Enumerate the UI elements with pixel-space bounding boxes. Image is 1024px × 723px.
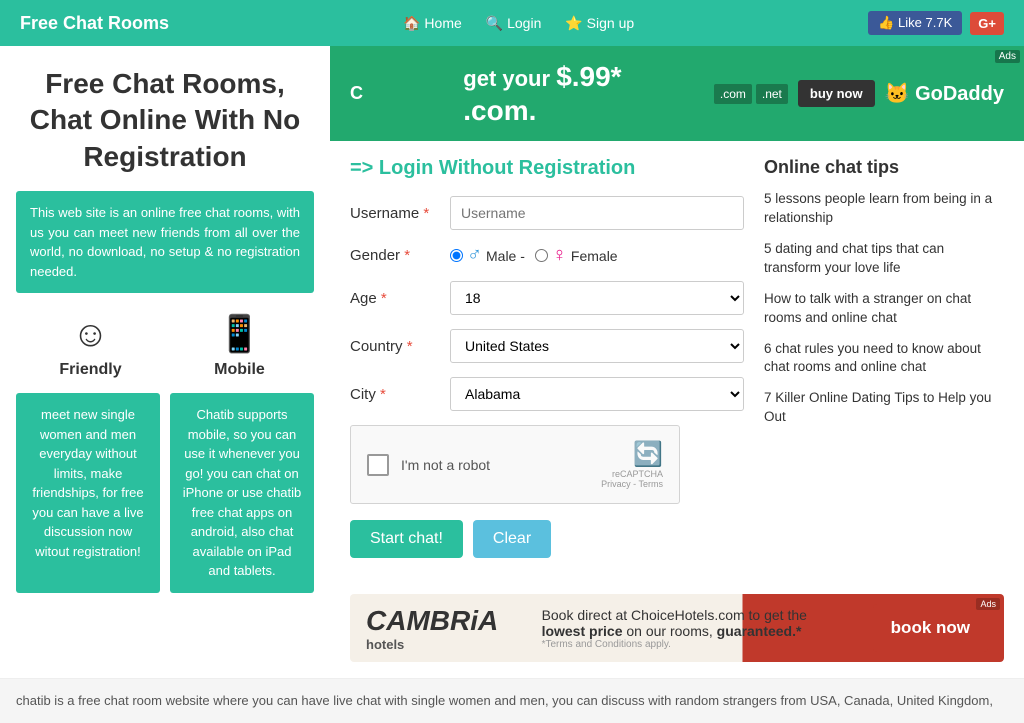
- feature-friendly-label: Friendly: [23, 361, 157, 379]
- feature-mobile-label: Mobile: [172, 361, 306, 379]
- form-buttons: Start chat! Clear: [350, 520, 744, 558]
- page-title: Free Chat Rooms, Chat Online With No Reg…: [16, 66, 314, 175]
- sidebar: Free Chat Rooms, Chat Online With No Reg…: [0, 46, 330, 678]
- gender-label: Gender *: [350, 247, 450, 264]
- city-select[interactable]: AlabamaAlaskaArizonaCaliforniaNew York: [450, 377, 744, 411]
- feature-card-mobile: Chatib supports mobile, so you can use i…: [170, 393, 314, 593]
- feature-mobile: 📱 Mobile: [172, 313, 306, 379]
- tips-heading: Online chat tips: [764, 157, 1004, 178]
- ad-book-now-button[interactable]: book now: [873, 604, 988, 652]
- social-buttons: 👍 Like 7.7K G+: [868, 11, 1004, 35]
- feature-card-friendly: meet new single women and men everyday w…: [16, 393, 160, 593]
- recaptcha-icon: 🔄: [601, 440, 663, 469]
- tip-link-3[interactable]: 6 chat rules you need to know about chat…: [764, 340, 1004, 378]
- ad-bottom-brand: CAMBRiA hotels: [366, 605, 522, 652]
- gender-female-option[interactable]: ♀ Female: [535, 244, 618, 267]
- tip-link-1[interactable]: 5 dating and chat tips that can transfor…: [764, 240, 1004, 278]
- content-body: => Login Without Registration Username *…: [330, 141, 1024, 594]
- country-group: Country * United StatesCanadaUnited King…: [350, 329, 744, 363]
- ad-domain: .com.: [463, 94, 621, 128]
- captcha-label: I'm not a robot: [401, 457, 490, 473]
- female-symbol-icon: ♀: [552, 244, 567, 267]
- ad-price: $.99*: [556, 61, 621, 92]
- captcha-box[interactable]: I'm not a robot 🔄 reCAPTCHA Privacy - Te…: [350, 425, 680, 504]
- feature-cards: meet new single women and men everyday w…: [16, 393, 314, 593]
- ad-corner-icon: C: [350, 83, 363, 104]
- country-select[interactable]: United StatesCanadaUnited KingdomAustral…: [450, 329, 744, 363]
- ad-right: .com .net buy now 🐱 GoDaddy: [714, 80, 1004, 107]
- smiley-icon: ☺: [23, 313, 157, 355]
- gender-group: Gender * ♂ Male - ♀ Female: [350, 244, 744, 267]
- ad-terms: *Terms and Conditions apply.: [542, 639, 853, 650]
- city-group: City * AlabamaAlaskaArizonaCaliforniaNew…: [350, 377, 744, 411]
- main-layout: Free Chat Rooms, Chat Online With No Reg…: [0, 46, 1024, 678]
- recaptcha-links: Privacy - Terms: [601, 479, 663, 489]
- gender-female-label: Female: [571, 248, 618, 264]
- start-chat-button[interactable]: Start chat!: [350, 520, 463, 558]
- tip-link-4[interactable]: 7 Killer Online Dating Tips to Help you …: [764, 389, 1004, 427]
- ad-bottom-text: Book direct at ChoiceHotels.com to get t…: [522, 607, 873, 650]
- gender-options: ♂ Male - ♀ Female: [450, 244, 744, 267]
- ad-bottom-main-text: Book direct at ChoiceHotels.com to get t…: [542, 607, 853, 639]
- gender-male-label: Male -: [486, 248, 525, 264]
- site-logo: Free Chat Rooms: [20, 13, 169, 34]
- ad-banner-top[interactable]: C get your $.99* .com. .com .net buy now…: [330, 46, 1024, 141]
- google-plus-button[interactable]: G+: [970, 12, 1004, 35]
- clear-button[interactable]: Clear: [473, 520, 551, 558]
- gender-female-radio[interactable]: [535, 249, 548, 262]
- footer-text: chatib is a free chat room website where…: [0, 678, 1024, 723]
- nav-home[interactable]: 🏠 Home: [403, 15, 462, 32]
- gender-male-option[interactable]: ♂ Male -: [450, 244, 525, 267]
- username-label: Username *: [350, 205, 450, 222]
- tip-link-0[interactable]: 5 lessons people learn from being in a r…: [764, 190, 1004, 228]
- cambria-logo: CAMBRiA: [366, 605, 522, 637]
- ad-get-text: get your $.99*: [463, 60, 621, 94]
- city-label: City *: [350, 386, 450, 403]
- gender-male-radio[interactable]: [450, 249, 463, 262]
- login-section: => Login Without Registration Username *…: [350, 157, 744, 578]
- feature-friendly: ☺ Friendly: [23, 313, 157, 379]
- nav-signup[interactable]: ⭐ Sign up: [565, 15, 634, 32]
- male-symbol-icon: ♂: [467, 244, 482, 267]
- ad-buy-button[interactable]: buy now: [798, 80, 875, 107]
- ad-text: get your $.99* .com.: [463, 60, 621, 127]
- header: Free Chat Rooms 🏠 Home 🔍 Login ⭐ Sign up…: [0, 0, 1024, 46]
- tip-link-2[interactable]: How to talk with a stranger on chat room…: [764, 290, 1004, 328]
- ad-bottom-label: Ads: [976, 598, 1000, 610]
- country-label: Country *: [350, 338, 450, 355]
- age-select[interactable]: 1819202122 25303540: [450, 281, 744, 315]
- captcha-right: 🔄 reCAPTCHA Privacy - Terms: [601, 440, 663, 489]
- age-group: Age * 1819202122 25303540: [350, 281, 744, 315]
- mobile-icon: 📱: [172, 313, 306, 355]
- badge-com: .com: [714, 84, 752, 104]
- godaddy-logo: 🐱 GoDaddy: [885, 81, 1004, 106]
- recaptcha-brand: reCAPTCHA: [601, 469, 663, 479]
- ad-top-label: Ads: [995, 50, 1020, 63]
- tips-section: Online chat tips 5 lessons people learn …: [764, 157, 1004, 578]
- facebook-like-button[interactable]: 👍 Like 7.7K: [868, 11, 962, 35]
- feature-icons: ☺ Friendly 📱 Mobile: [16, 313, 314, 379]
- username-input[interactable]: [450, 196, 744, 230]
- ad-banner-bottom[interactable]: CAMBRiA hotels Book direct at ChoiceHote…: [350, 594, 1004, 662]
- username-group: Username *: [350, 196, 744, 230]
- badge-net: .net: [756, 84, 788, 104]
- captcha-checkbox[interactable]: [367, 454, 389, 476]
- cambria-hotels-label: hotels: [366, 637, 522, 652]
- sidebar-description: This web site is an online free chat roo…: [16, 191, 314, 293]
- ad-domain-badges: .com .net: [714, 84, 788, 104]
- nav-login[interactable]: 🔍 Login: [486, 15, 542, 32]
- login-heading: => Login Without Registration: [350, 157, 744, 180]
- main-nav: 🏠 Home 🔍 Login ⭐ Sign up: [403, 15, 634, 32]
- captcha-left: I'm not a robot: [367, 454, 490, 476]
- main-content: C get your $.99* .com. .com .net buy now…: [330, 46, 1024, 678]
- age-label: Age *: [350, 290, 450, 307]
